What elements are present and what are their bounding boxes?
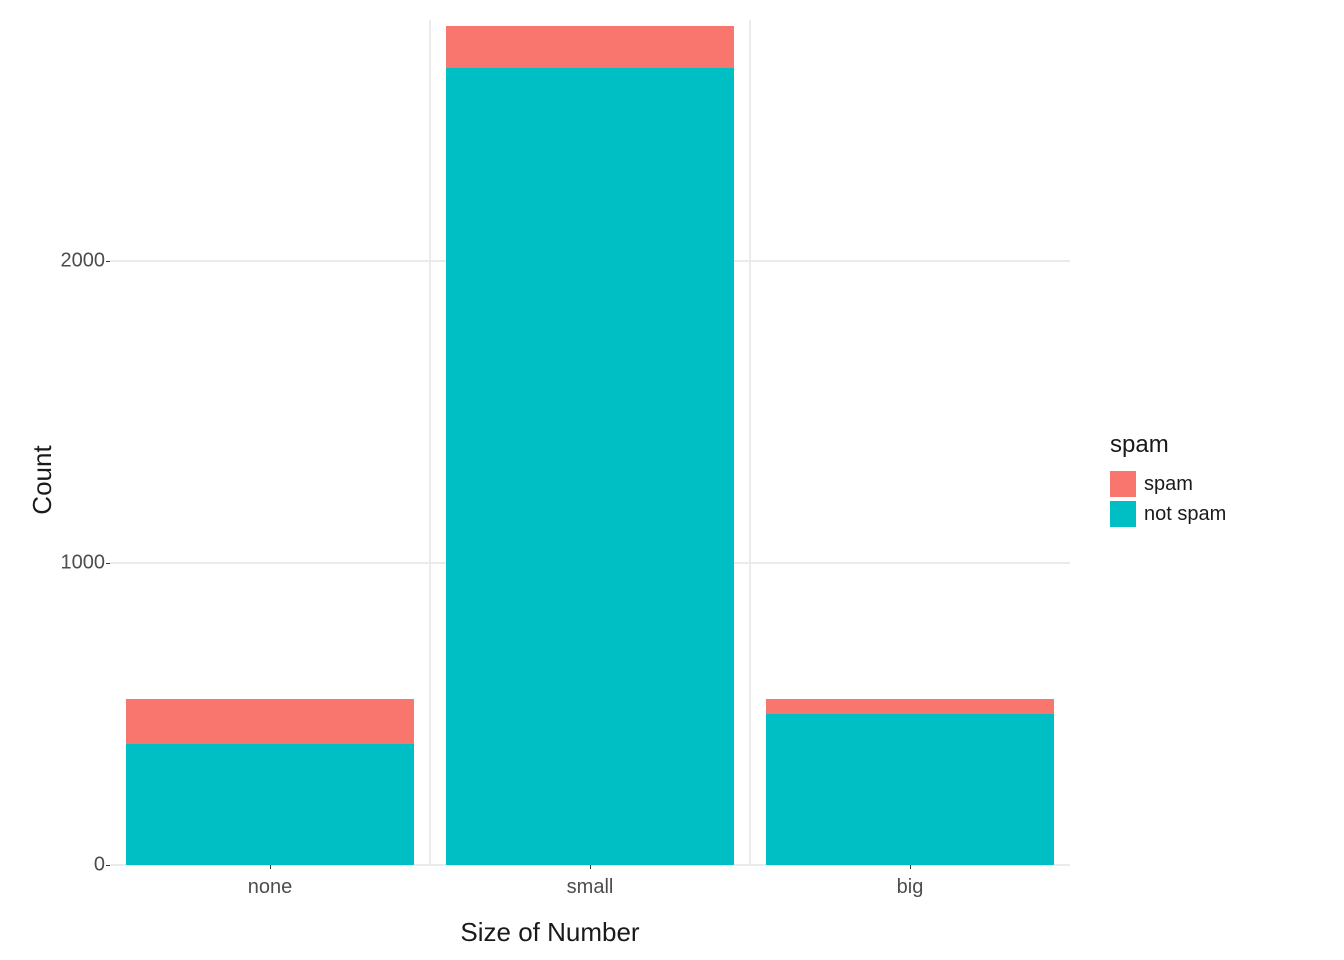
y-tick-mark [106, 261, 110, 262]
x-tick-label: none [248, 876, 293, 899]
y-axis-title: Count [27, 445, 58, 514]
x-tick-mark [270, 865, 271, 869]
legend-item-not-spam: not spam [1110, 501, 1344, 527]
legend-label-not-spam: not spam [1144, 503, 1226, 526]
plot-area [110, 20, 1070, 865]
gridline-vertical [429, 20, 431, 865]
y-tick-mark [106, 865, 110, 866]
legend: spam spam not spam [1100, 0, 1344, 960]
bar-segment-spam [126, 699, 414, 744]
y-tick-label: 2000 [55, 250, 105, 273]
legend-title: spam [1110, 431, 1344, 459]
bar-segment-not-spam [126, 744, 414, 865]
gridline-vertical [749, 20, 751, 865]
y-tick-mark [106, 563, 110, 564]
x-tick-mark [590, 865, 591, 869]
y-tick-label: 1000 [55, 552, 105, 575]
y-tick-label: 0 [55, 854, 105, 877]
chart-panel: Count Size of Number 0 1000 2000 none small b… [0, 0, 1100, 960]
x-tick-label: small [567, 876, 614, 899]
legend-item-spam: spam [1110, 471, 1344, 497]
bar-segment-not-spam [446, 68, 734, 865]
bar-segment-spam [766, 699, 1054, 714]
x-axis-title: Size of Number [0, 917, 1100, 948]
legend-swatch-not-spam [1110, 501, 1136, 527]
bar-segment-not-spam [766, 714, 1054, 865]
bar-segment-spam [446, 26, 734, 68]
legend-label-spam: spam [1144, 473, 1193, 496]
x-tick-mark [910, 865, 911, 869]
x-tick-label: big [897, 876, 924, 899]
legend-swatch-spam [1110, 471, 1136, 497]
